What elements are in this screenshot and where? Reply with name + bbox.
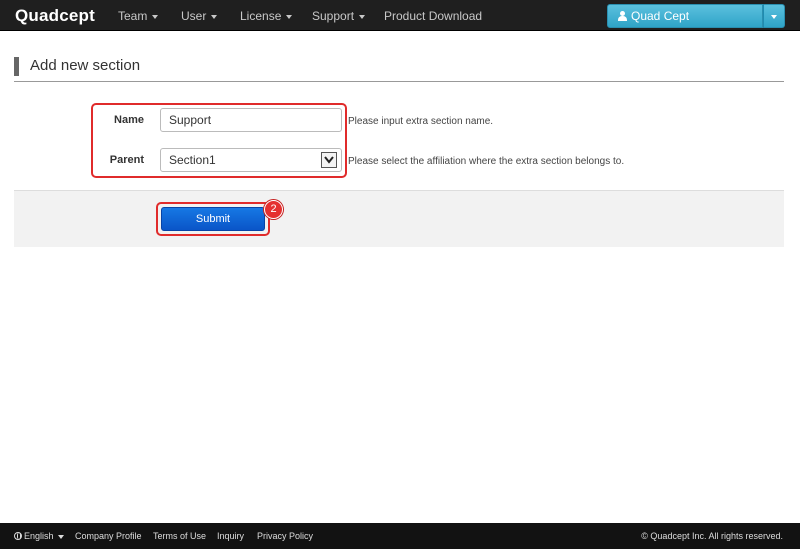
submit-button[interactable]: Submit <box>161 207 265 231</box>
chevron-down-icon <box>771 15 777 19</box>
nav-product-download[interactable]: Product Download <box>384 9 482 23</box>
heading-accent-bar <box>14 57 19 76</box>
nav-team-label: Team <box>118 9 148 23</box>
parent-help-text: Please select the affiliation where the … <box>348 156 625 167</box>
nav-support-label: Support <box>312 9 355 23</box>
user-dropdown-toggle[interactable] <box>763 4 785 28</box>
heading-divider <box>14 81 784 82</box>
footer-link-company-profile[interactable]: Company Profile <box>75 531 142 541</box>
chevron-down-icon <box>211 14 218 19</box>
brand-logo[interactable]: Quadcept <box>15 6 95 26</box>
chevron-down-icon <box>152 14 159 19</box>
copyright-text: © Quadcept Inc. All rights reserved. <box>641 531 783 541</box>
language-selector[interactable]: English <box>14 531 64 541</box>
nav-team-menu[interactable]: Team <box>118 9 159 23</box>
form-highlight-callout <box>91 103 347 178</box>
chevron-down-icon <box>57 534 64 539</box>
page-title: Add new section <box>30 57 141 74</box>
nav-support-menu[interactable]: Support <box>312 9 366 23</box>
nav-user-menu[interactable]: User <box>181 9 218 23</box>
nav-user-label: User <box>181 9 207 23</box>
user-account-button[interactable]: Quad Cept (administrator) <box>607 4 763 45</box>
chevron-down-icon <box>286 14 293 19</box>
top-navbar: Quadcept Team User License Support Produ… <box>0 0 800 45</box>
chevron-down-icon <box>359 14 366 19</box>
nav-license-label: License <box>240 9 282 23</box>
language-label: English <box>24 531 54 541</box>
name-help-text: Please input extra section name. <box>348 116 494 127</box>
user-icon <box>618 11 627 21</box>
nav-license-menu[interactable]: License <box>240 9 293 23</box>
user-account-label: Quad Cept (administrator) <box>618 9 696 45</box>
footer-link-terms-of-use[interactable]: Terms of Use <box>153 531 206 541</box>
form-actions-panel <box>14 190 784 247</box>
footer-link-privacy-policy[interactable]: Privacy Policy <box>257 531 313 541</box>
footer-link-inquiry[interactable]: Inquiry <box>217 531 244 541</box>
globe-icon <box>14 532 22 540</box>
footer: English Company Profile Terms of Use Inq… <box>0 523 800 549</box>
step-number-badge: 2 <box>264 200 283 219</box>
